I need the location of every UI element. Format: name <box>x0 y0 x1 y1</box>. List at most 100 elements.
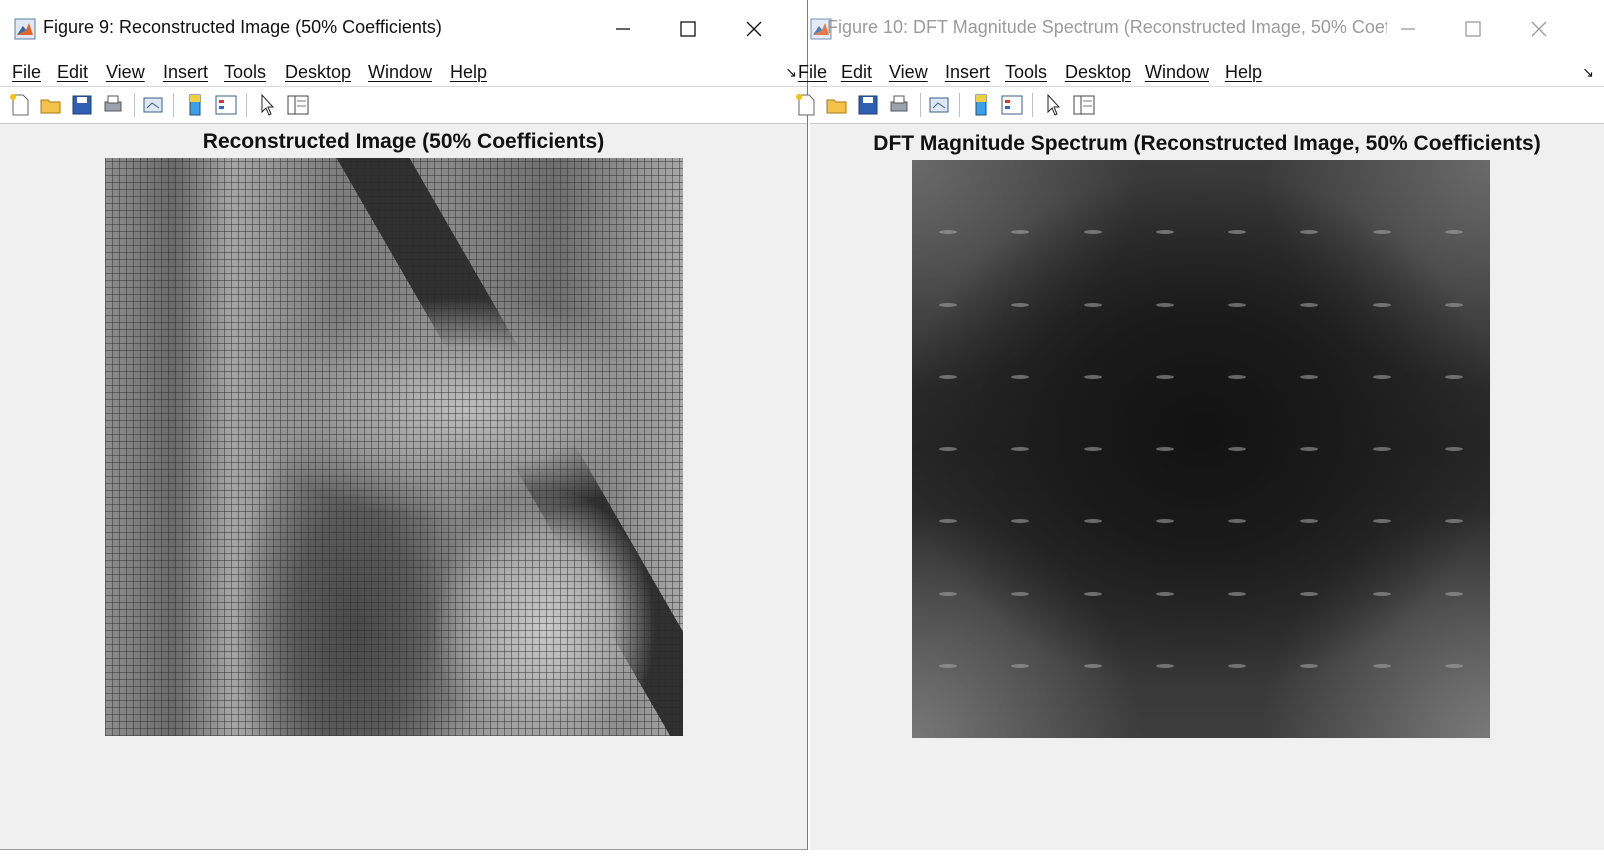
menu-edit[interactable]: Edit <box>841 58 872 86</box>
spectrum-peak <box>1083 302 1102 307</box>
spectrum-peak <box>939 591 958 596</box>
window-title: Figure 10: DFT Magnitude Spectrum (Recon… <box>827 17 1387 37</box>
insert-colorbar-icon[interactable] <box>968 92 994 118</box>
spectrum-peak <box>1011 302 1030 307</box>
menu-desktop[interactable]: Desktop <box>1065 58 1131 86</box>
spectrum-peak <box>1372 374 1391 379</box>
property-inspector-icon[interactable] <box>285 92 311 118</box>
spectrum-peak <box>1011 663 1030 668</box>
spectrum-peak <box>1155 663 1174 668</box>
insert-legend-icon[interactable] <box>999 92 1025 118</box>
save-icon[interactable] <box>855 92 881 118</box>
spectrum-peak <box>1372 519 1391 524</box>
dock-arrow-icon[interactable]: ↘ <box>1582 58 1594 86</box>
dft-spectrum-image <box>912 160 1490 738</box>
spectrum-peak <box>939 447 958 451</box>
open-file-icon[interactable] <box>38 92 64 118</box>
spectrum-peak <box>1228 302 1247 307</box>
spectrum-peak <box>939 302 958 307</box>
spectrum-peak <box>1083 591 1102 596</box>
menu-window[interactable]: Window <box>368 58 432 86</box>
link-plot-icon[interactable] <box>140 92 166 118</box>
property-inspector-icon[interactable] <box>1071 92 1097 118</box>
spectrum-peak <box>1300 663 1319 668</box>
toolbar-separator <box>246 93 247 117</box>
spectrum-peak <box>1155 374 1174 379</box>
spectrum-peak <box>1300 374 1319 379</box>
menu-bar: File Edit View Insert Tools Desktop Wind… <box>0 58 807 87</box>
spectrum-peak <box>1155 591 1174 596</box>
spectrum-peak <box>1011 374 1030 379</box>
menu-insert[interactable]: Insert <box>945 58 990 86</box>
matlab-icon <box>14 18 36 40</box>
edit-plot-icon[interactable] <box>254 92 280 118</box>
title-bar[interactable]: Figure 10: DFT Magnitude Spectrum (Recon… <box>810 0 1604 58</box>
menu-help[interactable]: Help <box>1225 58 1262 86</box>
spectrum-peak <box>939 519 958 524</box>
spectrum-peak <box>1155 230 1174 235</box>
reconstructed-image <box>105 158 683 736</box>
link-plot-icon[interactable] <box>926 92 952 118</box>
spectrum-peak <box>1444 447 1463 451</box>
maximize-icon[interactable] <box>1458 14 1488 44</box>
edit-plot-icon[interactable] <box>1040 92 1066 118</box>
spectrum-peak <box>1228 591 1247 596</box>
spectrum-peak <box>1300 591 1319 596</box>
spectrum-peak <box>1372 663 1391 668</box>
figure-toolbar <box>0 87 807 124</box>
title-bar[interactable]: Figure 9: Reconstructed Image (50% Coeff… <box>0 0 807 58</box>
figure-window-10[interactable]: Figure 10: DFT Magnitude Spectrum (Recon… <box>796 0 1604 850</box>
print-icon[interactable] <box>886 92 912 118</box>
menu-file[interactable]: File <box>798 58 827 86</box>
minimize-icon[interactable] <box>1393 14 1423 44</box>
menu-help[interactable]: Help <box>450 58 487 86</box>
print-icon[interactable] <box>100 92 126 118</box>
spectrum-peak <box>1444 519 1463 524</box>
menu-view[interactable]: View <box>889 58 928 86</box>
spectrum-peak <box>1444 591 1463 596</box>
spectrum-peak <box>1083 447 1102 451</box>
menu-insert[interactable]: Insert <box>163 58 208 86</box>
spectrum-peak <box>1300 519 1319 524</box>
close-icon[interactable] <box>739 14 769 44</box>
menu-window[interactable]: Window <box>1145 58 1209 86</box>
spectrum-peak <box>1444 663 1463 668</box>
toolbar-separator <box>1032 93 1033 117</box>
menu-tools[interactable]: Tools <box>224 58 266 86</box>
insert-legend-icon[interactable] <box>213 92 239 118</box>
new-figure-icon[interactable] <box>7 92 33 118</box>
spectrum-peak <box>1228 374 1247 379</box>
spectrum-peak <box>1155 447 1174 451</box>
dock-arrow-icon[interactable]: ↘ <box>785 58 797 86</box>
save-icon[interactable] <box>69 92 95 118</box>
spectrum-peak <box>939 374 958 379</box>
spectrum-peak <box>1155 302 1174 307</box>
menu-edit[interactable]: Edit <box>57 58 88 86</box>
menu-bar: File Edit View Insert Tools Desktop Wind… <box>798 58 1604 87</box>
spectrum-peak <box>939 663 958 668</box>
open-file-icon[interactable] <box>824 92 850 118</box>
menu-tools[interactable]: Tools <box>1005 58 1047 86</box>
spectrum-peak <box>1228 230 1247 235</box>
spectrum-peak <box>1083 663 1102 668</box>
menu-file[interactable]: File <box>12 58 41 86</box>
figure-window-9[interactable]: Figure 9: Reconstructed Image (50% Coeff… <box>0 0 808 850</box>
new-figure-icon[interactable] <box>793 92 819 118</box>
toolbar-separator <box>173 93 174 117</box>
axes-title: Reconstructed Image (50% Coefficients) <box>202 130 605 153</box>
spectrum-peak <box>1083 519 1102 524</box>
axes-title: DFT Magnitude Spectrum (Reconstructed Im… <box>873 132 1541 155</box>
maximize-icon[interactable] <box>673 14 703 44</box>
minimize-icon[interactable] <box>608 14 638 44</box>
toolbar-separator <box>920 93 921 117</box>
spectrum-peak <box>1011 519 1030 524</box>
menu-desktop[interactable]: Desktop <box>285 58 351 86</box>
spectrum-peak <box>1444 230 1463 235</box>
close-icon[interactable] <box>1524 14 1554 44</box>
toolbar-separator <box>134 93 135 117</box>
figure-toolbar <box>796 87 1604 124</box>
menu-view[interactable]: View <box>106 58 145 86</box>
spectrum-peak <box>1228 663 1247 668</box>
spectrum-peak <box>1372 447 1391 451</box>
insert-colorbar-icon[interactable] <box>182 92 208 118</box>
